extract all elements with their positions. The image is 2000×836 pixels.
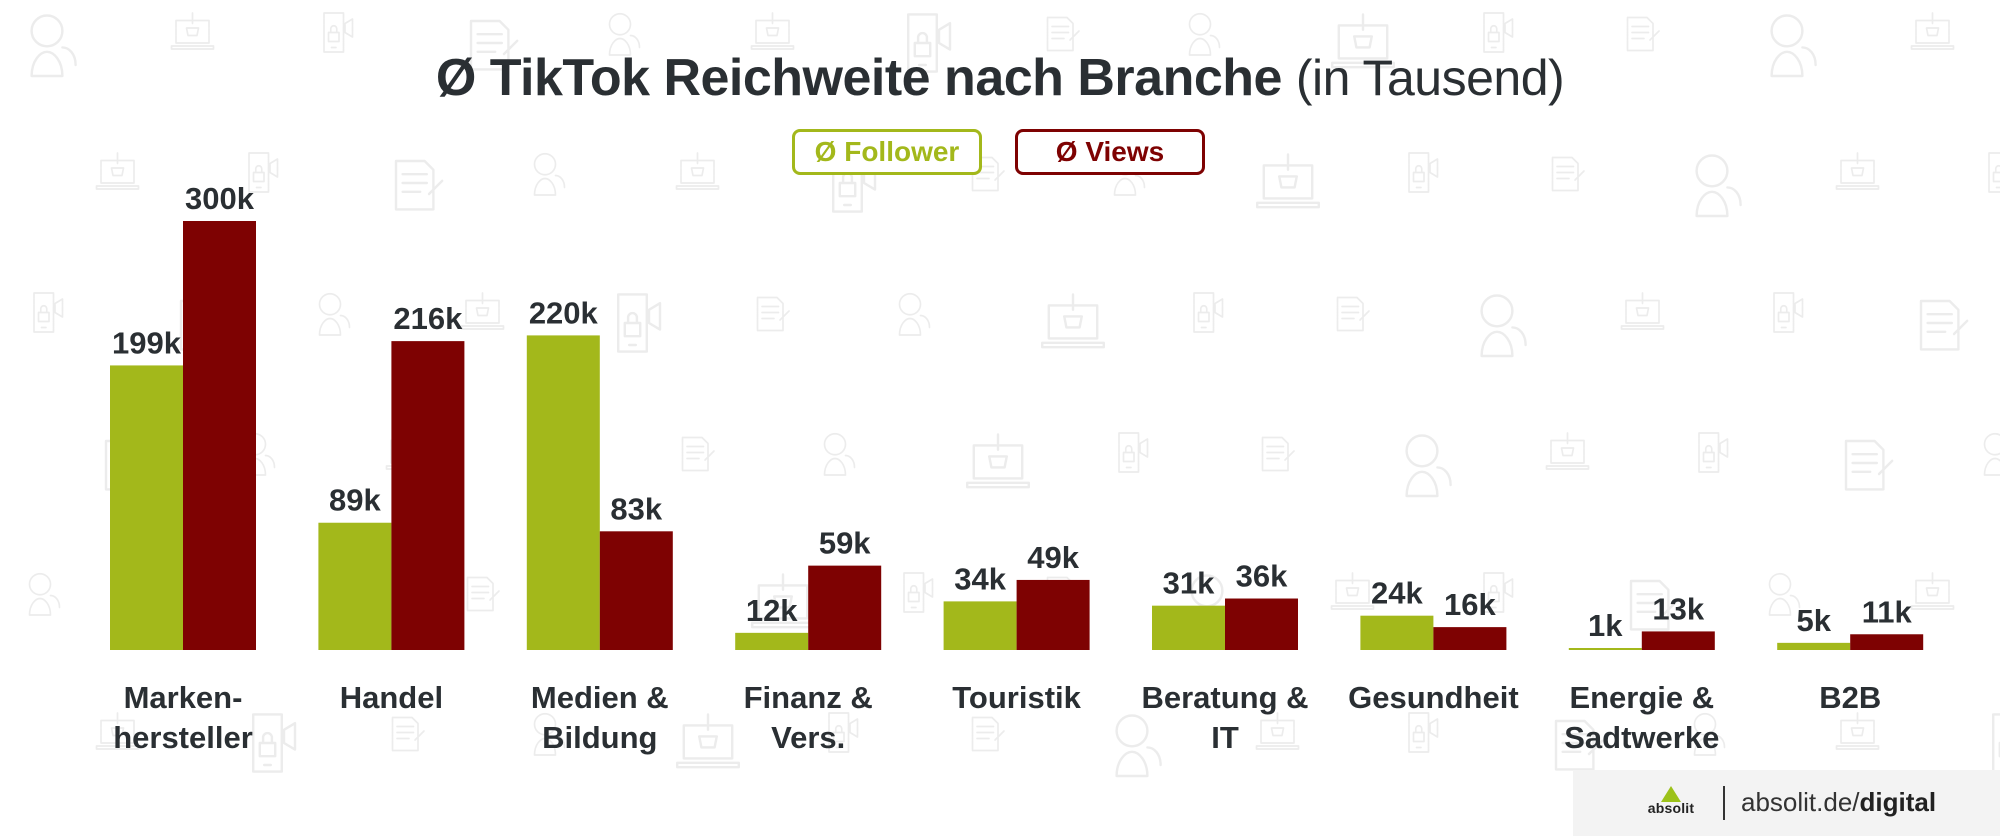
category-label: Finanz & bbox=[744, 680, 873, 715]
category-label: Energie & bbox=[1569, 680, 1714, 715]
bar-group: 5k 11k B2B bbox=[1777, 594, 1924, 715]
data-label-views: 11k bbox=[1862, 594, 1913, 629]
chart-title-unit: (in Tausend) bbox=[1295, 50, 1565, 106]
category-label: Handel bbox=[340, 680, 443, 715]
bar-follower bbox=[526, 335, 600, 650]
bar-follower bbox=[735, 632, 809, 650]
bar-follower bbox=[1360, 615, 1434, 650]
category-label: Vers. bbox=[771, 720, 845, 755]
category-label: Gesundheit bbox=[1348, 680, 1519, 715]
bar-follower bbox=[943, 601, 1017, 650]
category-label: Bildung bbox=[542, 720, 657, 755]
bar-views bbox=[1433, 627, 1507, 650]
bar-views bbox=[1225, 598, 1298, 650]
bar-follower bbox=[1777, 642, 1851, 650]
footer-site-link[interactable]: absolit.de/digital bbox=[1741, 784, 1936, 820]
bar-group: 89k 216k Handel bbox=[318, 301, 465, 715]
bar-group: 24k 16k Gesundheit bbox=[1348, 576, 1519, 715]
legend-views: Ø Views bbox=[1015, 129, 1205, 175]
data-label-views: 300k bbox=[185, 181, 255, 216]
category-label: Medien & bbox=[531, 680, 669, 715]
data-label-views: 49k bbox=[1027, 540, 1079, 575]
chart-title-main: Ø TikTok Reichweite nach Branche bbox=[435, 49, 1283, 107]
chart-title: Ø TikTok Reichweite nach Branche (in Tau… bbox=[0, 46, 2000, 110]
category-label: Sadtwerke bbox=[1564, 720, 1719, 755]
bar-views bbox=[1850, 634, 1924, 650]
data-label-follower: 24k bbox=[1371, 576, 1423, 611]
footer-brand-bar: absolit absolit.de/digital bbox=[1573, 770, 2000, 836]
data-label-follower: 12k bbox=[746, 593, 798, 628]
data-label-views: 59k bbox=[819, 526, 871, 561]
footer-site-domain: absolit.de/ bbox=[1741, 787, 1860, 817]
data-label-follower: 5k bbox=[1796, 603, 1831, 638]
data-label-follower: 31k bbox=[1163, 566, 1215, 601]
data-label-views: 216k bbox=[393, 301, 463, 336]
category-label: B2B bbox=[1819, 680, 1881, 715]
absolit-logo: absolit bbox=[1635, 786, 1707, 818]
data-label-views: 36k bbox=[1236, 559, 1288, 594]
bar-group: 31k 36k Beratung & IT bbox=[1141, 559, 1308, 755]
bar-views bbox=[1641, 631, 1715, 650]
footer-site-path: digital bbox=[1859, 787, 1937, 817]
logo-text: absolit bbox=[1647, 800, 1695, 816]
data-label-follower: 199k bbox=[112, 325, 182, 360]
bar-chart: 199k 300k Marken-hersteller 89k 216k Handel 22… bbox=[110, 181, 1924, 755]
data-label-views: 83k bbox=[610, 491, 662, 526]
category-label: Touristik bbox=[952, 680, 1081, 715]
category-label: hersteller bbox=[113, 720, 253, 755]
data-label-views: 16k bbox=[1444, 587, 1496, 622]
bar-follower bbox=[1152, 605, 1225, 650]
data-label-views: 13k bbox=[1652, 591, 1704, 626]
bar-group: 34k 49k Touristik bbox=[943, 540, 1090, 715]
bar-views bbox=[1016, 579, 1090, 650]
category-label: Beratung & bbox=[1141, 680, 1308, 715]
bar-follower bbox=[110, 365, 183, 650]
bar-views bbox=[183, 221, 256, 650]
bar-follower bbox=[1568, 648, 1642, 650]
data-label-follower: 89k bbox=[329, 483, 381, 518]
bar-group: 1k 13k Energie & Sadtwerke bbox=[1564, 591, 1719, 755]
bar-views bbox=[808, 565, 882, 650]
bar-views bbox=[391, 341, 465, 650]
data-label-follower: 220k bbox=[529, 295, 599, 330]
bar-views bbox=[599, 531, 673, 650]
data-label-follower: 1k bbox=[1588, 608, 1623, 643]
legend-follower: Ø Follower bbox=[792, 129, 982, 175]
data-label-follower: 34k bbox=[954, 561, 1006, 596]
bar-group: 220k 83k Medien & Bildung bbox=[526, 295, 673, 755]
bar-follower bbox=[318, 522, 392, 650]
bar-group: 199k 300k Marken-hersteller bbox=[110, 181, 256, 755]
category-label: Marken- bbox=[124, 680, 243, 715]
bar-group: 12k 59k Finanz & Vers. bbox=[735, 526, 882, 755]
footer-divider bbox=[1723, 786, 1725, 820]
category-label: IT bbox=[1211, 720, 1239, 755]
